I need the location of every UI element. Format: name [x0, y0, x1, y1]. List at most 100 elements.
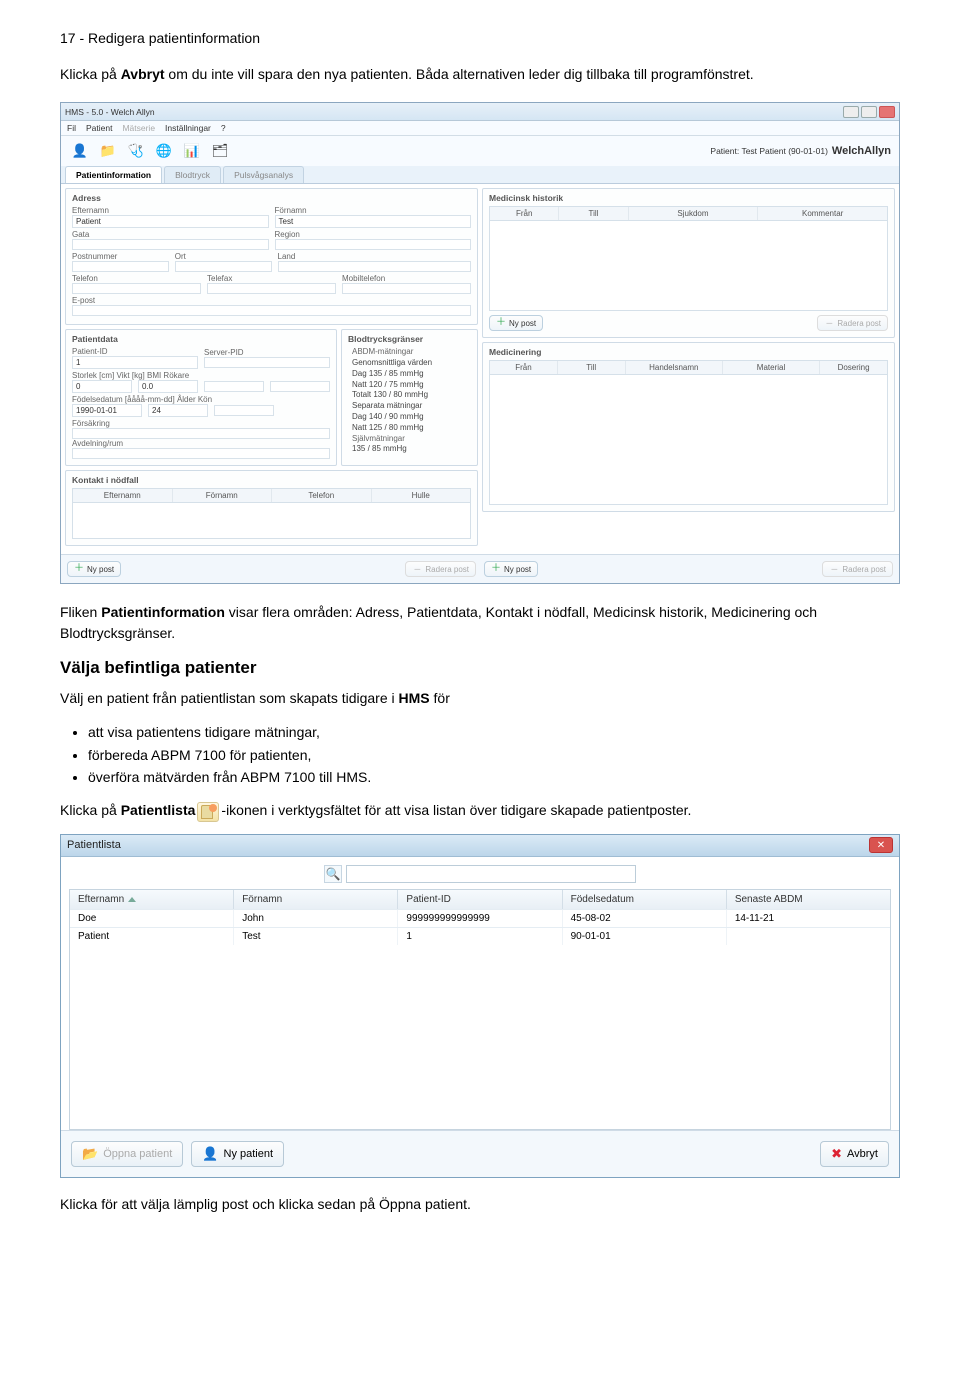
menu-patient[interactable]: Patient — [86, 123, 112, 133]
search-input[interactable] — [346, 865, 636, 883]
medhist-delete-button[interactable]: －Radera post — [817, 315, 888, 331]
foot-left-delete-button[interactable]: －Radera post — [405, 561, 476, 577]
gata-value[interactable] — [72, 239, 269, 250]
final-suffix: . — [467, 1196, 471, 1212]
efternamn-value[interactable]: Patient — [72, 215, 269, 228]
fdatum-labels: Födelsedatum [åååå-mm-dd] Ålder Kön — [72, 395, 330, 404]
kontakt-th-hulle[interactable]: Hulle — [372, 489, 471, 502]
postnr-value[interactable] — [72, 261, 169, 272]
medhist-new-button[interactable]: ＋Ny post — [489, 315, 543, 331]
open-patient-button[interactable]: 📂Öppna patient — [71, 1141, 183, 1167]
patient-list-close-button[interactable]: ✕ — [869, 837, 893, 853]
tel1-value[interactable] — [72, 283, 201, 294]
fornamn-label: Förnamn — [275, 206, 472, 215]
foot-right-new-label: Ny post — [504, 565, 531, 574]
mobil-value[interactable] — [342, 283, 471, 294]
storlek-value[interactable]: 0 — [72, 380, 132, 393]
table-row[interactable]: Patient Test 1 90-01-01 — [70, 927, 890, 945]
click-bold: Patientlista — [121, 802, 196, 818]
th-fodelsedatum[interactable]: Födelsedatum — [563, 890, 727, 909]
pid-value[interactable]: 1 — [72, 356, 198, 369]
td-senaste: 14-11-21 — [727, 910, 890, 927]
tab-patientinformation[interactable]: Patientinformation — [65, 166, 162, 183]
bp-natt2: Natt 125 / 80 mmHg — [352, 423, 471, 434]
minus-icon: － — [824, 318, 834, 328]
epost-value[interactable] — [72, 305, 471, 316]
ort-value[interactable] — [175, 261, 272, 272]
adress-title: Adress — [72, 193, 471, 203]
avdelning-value[interactable] — [72, 448, 330, 459]
th-patientid[interactable]: Patient-ID — [398, 890, 562, 909]
bp-totalt: Totalt 130 / 80 mmHg — [352, 390, 471, 401]
th-senaste[interactable]: Senaste ABDM — [727, 890, 890, 909]
medicinering-title: Medicinering — [489, 347, 888, 357]
minimize-button[interactable] — [843, 106, 859, 118]
med-th-fran[interactable]: Från — [490, 361, 558, 374]
cancel-icon: ✖ — [831, 1146, 842, 1162]
toolbar-icon-1[interactable]: 👤 — [69, 140, 91, 162]
tel1-label: Telefon — [72, 274, 201, 283]
kontakt-th-fornamn[interactable]: Förnamn — [173, 489, 273, 502]
td-fornamn: John — [234, 910, 398, 927]
menu-file[interactable]: Fil — [67, 123, 76, 133]
land-value[interactable] — [278, 261, 472, 272]
toolbar-icon-2[interactable]: 📁 — [97, 140, 119, 162]
foot-right-new-button[interactable]: ＋Ny post — [484, 561, 538, 577]
alder-value[interactable]: 24 — [148, 404, 208, 417]
medhist-th-fran[interactable]: Från — [490, 207, 559, 220]
th-fornamn[interactable]: Förnamn — [234, 890, 398, 909]
toolbar-icon-3[interactable]: 🩺 — [125, 140, 147, 162]
mobil-label: Mobiltelefon — [342, 274, 471, 283]
forsakring-value[interactable] — [72, 428, 330, 439]
kontakt-th-telefon[interactable]: Telefon — [272, 489, 372, 502]
fornamn-value[interactable]: Test — [275, 215, 472, 228]
bmi-value[interactable] — [204, 381, 264, 392]
kontakt-title: Kontakt i nödfall — [72, 475, 471, 485]
intro-paragraph: Klicka på Avbryt om du inte vill spara d… — [60, 64, 900, 84]
med-th-handel[interactable]: Handelsnamn — [626, 361, 723, 374]
foot-right-delete-button[interactable]: －Radera post — [822, 561, 893, 577]
toolbar-icon-4[interactable]: 🌐 — [153, 140, 175, 162]
gata-label: Gata — [72, 230, 269, 239]
toolbar-icon-5[interactable]: 📊 — [181, 140, 203, 162]
medicinering-head: Från Till Handelsnamn Material Dosering — [489, 360, 888, 375]
search-icon[interactable]: 🔍 — [324, 865, 342, 883]
tab-pulsvagsanalys[interactable]: Pulsvågsanalys — [223, 166, 304, 183]
menu-settings[interactable]: Inställningar — [165, 123, 211, 133]
th-efternamn[interactable]: Efternamn — [70, 890, 234, 909]
patient-list-footer: 📂Öppna patient 👤Ny patient ✖Avbryt — [61, 1130, 899, 1177]
med-th-dosering[interactable]: Dosering — [820, 361, 887, 374]
kon-value[interactable] — [214, 405, 274, 416]
medhist-head: Från Till Sjukdom Kommentar — [489, 206, 888, 221]
rokare-value[interactable] — [270, 381, 330, 392]
foot-left-new-button[interactable]: ＋Ny post — [67, 561, 121, 577]
epost-label: E-post — [72, 296, 471, 305]
vikt-value[interactable]: 0.0 — [138, 380, 198, 393]
intro-prefix: Klicka på — [60, 66, 121, 82]
patient-list-search: 🔍 — [61, 857, 899, 889]
new-patient-button[interactable]: 👤Ny patient — [191, 1141, 284, 1167]
med-th-material[interactable]: Material — [723, 361, 820, 374]
medhist-body — [489, 221, 888, 311]
med-th-till[interactable]: Till — [558, 361, 626, 374]
menu-help[interactable]: ? — [221, 123, 226, 133]
kontakt-table-head: Efternamn Förnamn Telefon Hulle — [72, 488, 471, 503]
fdatum-value[interactable]: 1990-01-01 — [72, 404, 142, 417]
medhist-th-kommentar[interactable]: Kommentar — [758, 207, 887, 220]
patientdata-title: Patientdata — [72, 334, 330, 344]
kontakt-th-efternamn[interactable]: Efternamn — [73, 489, 173, 502]
toolbar-icon-6[interactable]: 🗂 — [209, 140, 231, 162]
medhist-panel: Medicinsk historik Från Till Sjukdom Kom… — [482, 188, 895, 338]
medhist-title: Medicinsk historik — [489, 193, 888, 203]
medhist-th-till[interactable]: Till — [559, 207, 628, 220]
close-button[interactable] — [879, 106, 895, 118]
medhist-th-sjukdom[interactable]: Sjukdom — [629, 207, 759, 220]
tab-blodtryck[interactable]: Blodtryck — [164, 166, 221, 183]
tel2-value[interactable] — [207, 283, 336, 294]
cancel-button[interactable]: ✖Avbryt — [820, 1141, 889, 1167]
table-row[interactable]: Doe John 999999999999999 45-08-02 14-11-… — [70, 909, 890, 927]
server-value[interactable] — [204, 357, 330, 368]
maximize-button[interactable] — [861, 106, 877, 118]
final-prefix: Klicka för att välja lämplig post och kl… — [60, 1196, 379, 1212]
region-value[interactable] — [275, 239, 472, 250]
